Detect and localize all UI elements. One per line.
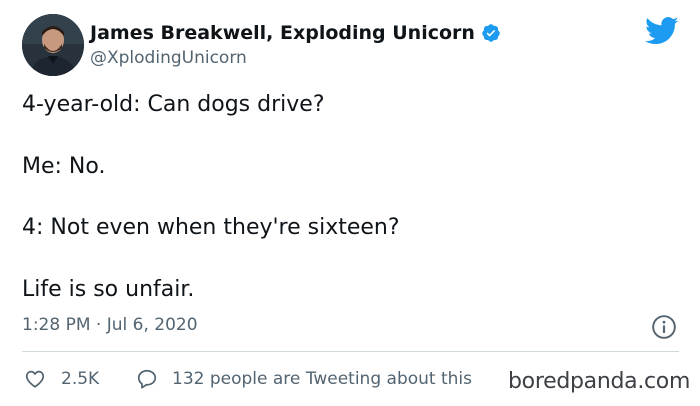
heart-icon (25, 370, 45, 388)
watermark: boredpanda.com (508, 369, 691, 394)
like-count: 2.5K (61, 369, 100, 389)
tweet-text-line: Me: No. (22, 154, 106, 179)
info-icon[interactable] (651, 314, 677, 340)
tweet-text-line: 4-year-old: Can dogs drive? (22, 92, 325, 117)
conversation-label: 132 people are Tweeting about this (172, 369, 472, 389)
author-name-row[interactable]: James Breakwell, Exploding Unicorn (90, 22, 501, 44)
conversation-button[interactable]: 132 people are Tweeting about this (136, 368, 472, 390)
author-display-name[interactable]: James Breakwell, Exploding Unicorn (90, 22, 475, 44)
verified-badge-icon (482, 24, 500, 42)
tweet-card: James Breakwell, Exploding Unicorn @Xplo… (0, 0, 700, 406)
tweet-timestamp[interactable]: 1:28 PM · Jul 6, 2020 (22, 315, 198, 335)
avatar-photo-icon (22, 14, 84, 76)
tweet-text-line: Life is so unfair. (22, 277, 195, 302)
like-button[interactable]: 2.5K (24, 368, 99, 390)
avatar[interactable] (22, 14, 84, 76)
tweet-text-line: 4: Not even when they're sixteen? (22, 215, 400, 240)
speech-bubble-icon (137, 369, 157, 389)
divider (22, 351, 679, 352)
author-handle[interactable]: @XplodingUnicorn (90, 48, 247, 68)
twitter-bird-icon[interactable] (645, 16, 679, 46)
